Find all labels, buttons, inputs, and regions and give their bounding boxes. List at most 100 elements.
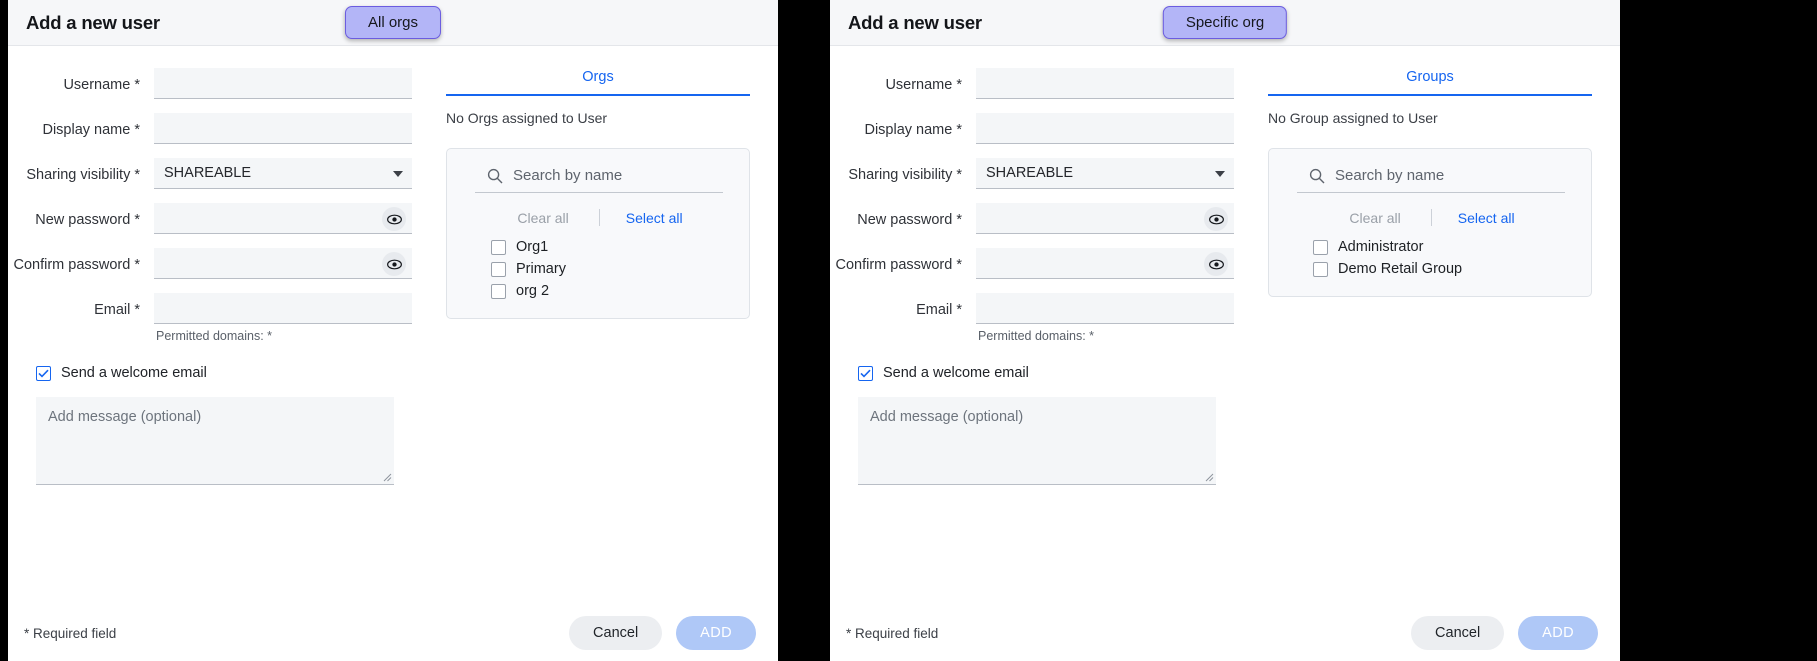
select-all-button[interactable]: Select all xyxy=(600,210,709,226)
page-title: Add a new user xyxy=(26,11,160,33)
user-form: Username * Display name * Sharing visibi… xyxy=(8,46,428,605)
screenshot-root: Add a new user All orgs Username * Displ… xyxy=(0,0,1817,661)
search-icon xyxy=(1309,168,1325,184)
org-checkbox[interactable] xyxy=(491,283,506,299)
groups-picker-card: Search by name Clear all Select all Admi… xyxy=(1268,148,1592,297)
list-item[interactable]: Administrator xyxy=(1285,236,1575,258)
eye-icon[interactable] xyxy=(382,207,406,231)
display-name-input[interactable] xyxy=(154,113,412,144)
dialog-body: Username * Display name * Sharing visibi… xyxy=(8,46,778,605)
list-item[interactable]: org 2 xyxy=(463,280,733,302)
welcome-email-label: Send a welcome email xyxy=(61,365,207,381)
permitted-domains-note: Permitted domains: * xyxy=(978,329,1095,343)
mode-toggle-all-orgs[interactable]: All orgs xyxy=(344,6,442,39)
org-checkbox[interactable] xyxy=(491,261,506,277)
group-checkbox[interactable] xyxy=(1313,261,1328,277)
field-username: Username * xyxy=(834,68,1234,99)
field-confirm-password: Confirm password * xyxy=(834,248,1234,279)
eye-icon[interactable] xyxy=(1204,252,1228,276)
sharing-visibility-label: Sharing visibility * xyxy=(848,167,962,183)
eye-icon[interactable] xyxy=(1204,207,1228,231)
groups-search-row[interactable]: Search by name xyxy=(1297,163,1565,193)
panel-tabbar: Groups xyxy=(1268,68,1592,96)
resize-grip-icon[interactable] xyxy=(1204,472,1214,482)
page-title: Add a new user xyxy=(848,11,982,33)
org-checkbox[interactable] xyxy=(491,239,506,255)
select-all-button[interactable]: Select all xyxy=(1432,210,1541,226)
dialog-footer: * Required field Cancel ADD xyxy=(8,605,778,661)
sharing-visibility-select[interactable]: SHAREABLE xyxy=(154,158,412,189)
group-checkbox[interactable] xyxy=(1313,239,1328,255)
cancel-button[interactable]: Cancel xyxy=(1411,616,1505,650)
required-field-note: * Required field xyxy=(24,625,117,641)
field-confirm-password: Confirm password * xyxy=(12,248,412,279)
field-email: Email * Permitted domains: * xyxy=(12,293,412,343)
add-user-dialog-specific-org: Add a new user Specific org Username * D… xyxy=(830,0,1620,661)
welcome-message-textarea[interactable]: Add message (optional) xyxy=(36,397,394,485)
email-label: Email * xyxy=(94,302,140,318)
new-password-label: New password * xyxy=(857,212,962,228)
username-input[interactable] xyxy=(154,68,412,99)
orgs-panel: Orgs No Orgs assigned to User Search by … xyxy=(428,46,778,605)
tab-orgs[interactable]: Orgs xyxy=(582,69,613,85)
chevron-down-icon[interactable] xyxy=(1215,171,1225,177)
welcome-email-label: Send a welcome email xyxy=(883,365,1029,381)
clear-all-button[interactable]: Clear all xyxy=(1319,210,1430,226)
chevron-down-icon[interactable] xyxy=(393,171,403,177)
clear-all-button[interactable]: Clear all xyxy=(487,210,598,226)
user-form: Username * Display name * Sharing visibi… xyxy=(830,46,1250,605)
new-password-input[interactable] xyxy=(154,203,412,234)
eye-icon[interactable] xyxy=(382,252,406,276)
required-field-note: * Required field xyxy=(846,625,939,641)
orgs-actions-row: Clear all Select all xyxy=(463,209,733,226)
username-label: Username * xyxy=(63,77,140,93)
welcome-email-row[interactable]: Send a welcome email xyxy=(36,365,412,381)
dialog-header: Add a new user Specific org xyxy=(830,0,1620,46)
confirm-password-label: Confirm password * xyxy=(13,257,140,273)
dialog-footer: * Required field Cancel ADD xyxy=(830,605,1620,661)
mode-toggle-specific-org[interactable]: Specific org xyxy=(1162,6,1288,39)
sharing-visibility-label: Sharing visibility * xyxy=(26,167,140,183)
list-item[interactable]: Demo Retail Group xyxy=(1285,258,1575,280)
welcome-email-checkbox[interactable] xyxy=(858,365,873,381)
username-input[interactable] xyxy=(976,68,1234,99)
email-input[interactable] xyxy=(154,293,412,324)
field-sharing-visibility: Sharing visibility * SHAREABLE xyxy=(834,158,1234,189)
field-display-name: Display name * xyxy=(12,113,412,144)
welcome-email-checkbox[interactable] xyxy=(36,365,51,381)
orgs-search-row[interactable]: Search by name xyxy=(475,163,723,193)
welcome-email-row[interactable]: Send a welcome email xyxy=(858,365,1234,381)
tab-groups[interactable]: Groups xyxy=(1406,69,1454,85)
panel-tabbar: Orgs xyxy=(446,68,750,96)
group-label: Administrator xyxy=(1338,239,1424,255)
resize-grip-icon[interactable] xyxy=(382,472,392,482)
list-item[interactable]: Org1 xyxy=(463,236,733,258)
confirm-password-input[interactable] xyxy=(976,248,1234,279)
groups-panel: Groups No Group assigned to User Search … xyxy=(1250,46,1620,605)
add-button[interactable]: ADD xyxy=(676,616,756,650)
field-sharing-visibility: Sharing visibility * SHAREABLE xyxy=(12,158,412,189)
new-password-label: New password * xyxy=(35,212,140,228)
new-password-input[interactable] xyxy=(976,203,1234,234)
sharing-visibility-select[interactable]: SHAREABLE xyxy=(976,158,1234,189)
username-label: Username * xyxy=(885,77,962,93)
groups-search-input[interactable]: Search by name xyxy=(1335,167,1444,184)
display-name-input[interactable] xyxy=(976,113,1234,144)
no-group-assigned-note: No Group assigned to User xyxy=(1268,110,1438,126)
email-label: Email * xyxy=(916,302,962,318)
list-item[interactable]: Primary xyxy=(463,258,733,280)
orgs-search-input[interactable]: Search by name xyxy=(513,167,622,184)
cancel-button[interactable]: Cancel xyxy=(569,616,663,650)
welcome-message-placeholder: Add message (optional) xyxy=(870,409,1024,425)
email-input[interactable] xyxy=(976,293,1234,324)
groups-actions-row: Clear all Select all xyxy=(1285,209,1575,226)
welcome-message-textarea[interactable]: Add message (optional) xyxy=(858,397,1216,485)
display-name-label: Display name * xyxy=(864,122,962,138)
confirm-password-input[interactable] xyxy=(154,248,412,279)
permitted-domains-note: Permitted domains: * xyxy=(156,329,273,343)
welcome-message-placeholder: Add message (optional) xyxy=(48,409,202,425)
orgs-picker-card: Search by name Clear all Select all Org1… xyxy=(446,148,750,319)
add-button[interactable]: ADD xyxy=(1518,616,1598,650)
field-new-password: New password * xyxy=(834,203,1234,234)
confirm-password-label: Confirm password * xyxy=(835,257,962,273)
